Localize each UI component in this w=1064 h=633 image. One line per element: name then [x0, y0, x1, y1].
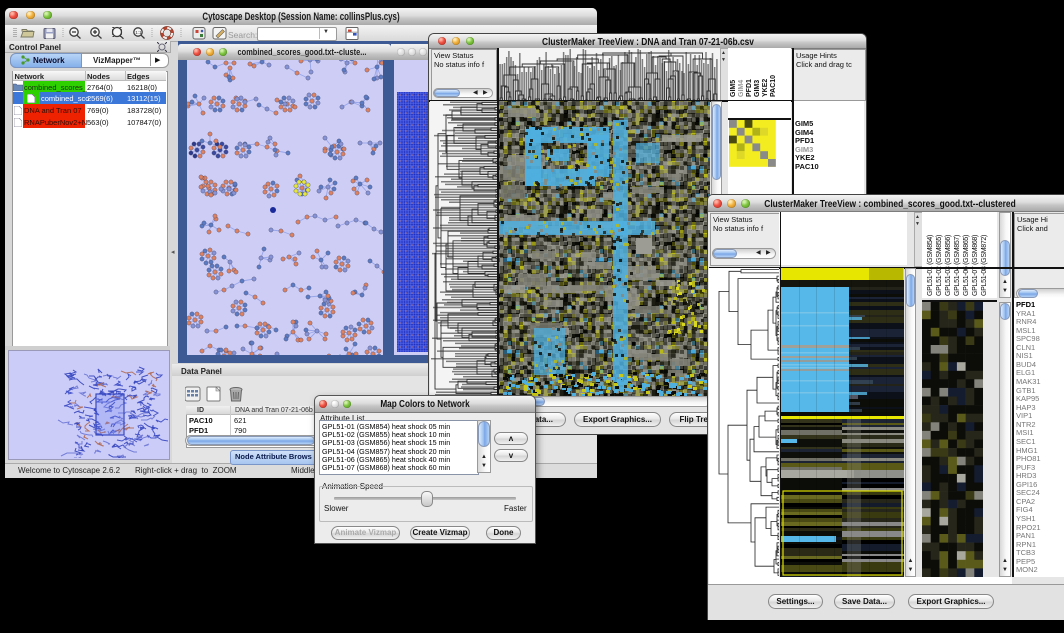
svg-text:1:1: 1:1 — [135, 30, 142, 35]
